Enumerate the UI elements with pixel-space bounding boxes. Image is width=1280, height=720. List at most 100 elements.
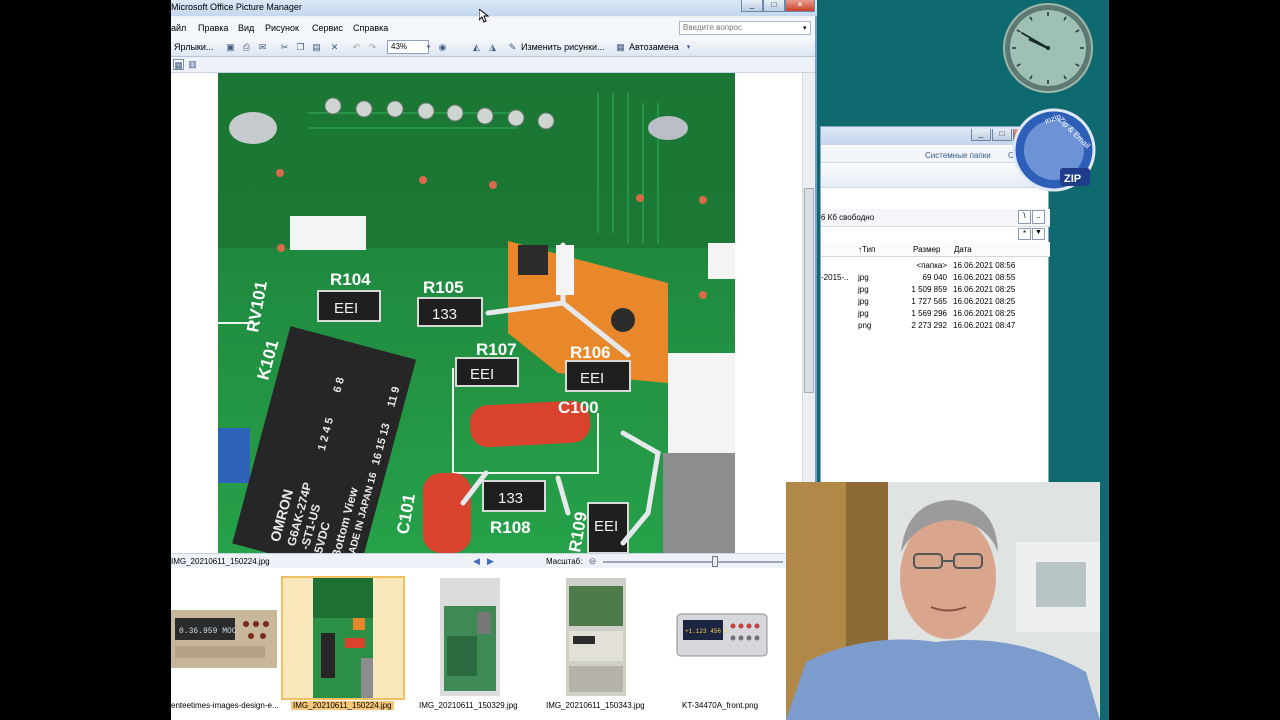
menu-bar: айл Правка Вид Рисунок Сервис Справка Вв… [171,18,815,38]
file-size: 2 273 292 [911,321,947,330]
menu-edit[interactable]: Правка [198,23,228,33]
delete-icon[interactable]: ✕ [329,42,340,53]
cut-icon[interactable]: ✂ [279,42,290,53]
thumbnail-caption: KT-34470A_front.png [682,701,759,710]
resistor-code: EEI [580,370,604,387]
file-list-header: ↑Тип Размер Дата [821,242,1050,257]
thumbnail-image [440,578,500,696]
column-date[interactable]: Дата [954,245,972,254]
filmstrip-thumbnail[interactable]: 0.36.959 MOC [171,576,279,700]
file-row[interactable]: jpg 1 727 565 16.06.2021 08:25 [821,296,1050,308]
maximize-button[interactable]: □ [763,0,785,12]
thumb-display-text: +1.123 456 8 [685,628,729,635]
zoom-dropdown-icon[interactable]: ▾ [423,42,434,53]
label-r104: R104 [330,270,371,289]
save-icon[interactable]: ▣ [225,42,236,53]
title-bar[interactable]: Microsoft Office Picture Manager _ □ × [171,0,817,16]
explorer-maximize-button[interactable]: □ [992,129,1012,141]
rotate-left-icon[interactable]: ◭ [471,42,482,53]
label-r105: R105 [423,278,464,297]
file-row[interactable]: jpg 1 509 859 16.06.2021 08:25 [821,284,1050,296]
zoom-slider-thumb[interactable] [711,556,718,567]
menu-file[interactable]: айл [171,23,186,33]
pcb-photo-svg: R104 R105 RV101 R107 R106 C100 K101 C101… [218,73,735,553]
menu-picture[interactable]: Рисунок [265,23,299,33]
thumb-display-text: 0.36.959 MOC [179,627,237,636]
file-row[interactable]: png 2 273 292 16.06.2021 08:47 [821,320,1050,332]
email-icon[interactable]: ✉ [257,42,268,53]
file-row[interactable]: <папка> 16.06.2021 08:56 [821,260,1050,272]
column-size[interactable]: Размер [913,245,941,254]
minimize-button[interactable]: _ [741,0,763,12]
label-c100: C100 [558,398,599,417]
resistor-code: EEI [334,300,358,317]
filmstrip-thumbnail[interactable]: +1.123 456 8 [661,576,779,700]
standard-toolbar: Ярлыки... ▣ ⎙ ✉ ✂ ❐ ▤ ✕ ↶ ↷ 43% ▾ ◉ ◭ ◮ … [171,38,815,57]
root-button[interactable]: \ [1018,210,1031,224]
label-r107: R107 [476,340,517,359]
redo-icon[interactable]: ↷ [367,42,378,53]
up-button[interactable]: .. [1032,210,1045,224]
file-row[interactable]: -2015-.. jpg 69 040 16.06.2021 08:55 [821,272,1050,284]
file-date: 16.06.2021 08:55 [953,273,1016,282]
file-type: jpg [858,309,869,318]
edit-pictures-icon: ✎ [508,42,517,52]
filmstrip-view-icon[interactable]: ▥ [187,59,198,70]
file-date: 16.06.2021 08:56 [953,261,1016,270]
column-type[interactable]: ↑Тип [858,245,875,254]
picture-manager-window: Microsoft Office Picture Manager _ □ × а… [171,0,817,720]
resistor-code: EEI [594,518,618,535]
copy-icon[interactable]: ❐ [295,42,306,53]
thumbnail-image [566,578,626,696]
mouse-cursor-icon [479,9,489,23]
autocorrect-button[interactable]: Автозамена [629,42,679,52]
file-row[interactable]: jpg 1 569 296 16.06.2021 08:25 [821,308,1050,320]
pcb-photo: R104 R105 RV101 R107 R106 C100 K101 C101… [218,73,735,553]
print-icon[interactable]: ⎙ [241,42,252,53]
filmstrip-thumbnail[interactable] [433,576,503,700]
toolbar-options-icon[interactable]: ▾ [683,42,694,53]
filmstrip-thumbnail[interactable] [559,576,629,700]
menu-view[interactable]: Вид [238,23,254,33]
filmstrip-thumbnail-selected[interactable] [281,576,405,700]
clock-gadget[interactable] [1002,2,1094,94]
file-size: 1 569 296 [911,309,947,318]
file-name: -2015-.. [821,273,849,282]
thumbnail-image: 0.36.959 MOC [171,610,277,668]
previous-icon[interactable]: ◀ [471,556,482,567]
next-icon[interactable]: ▶ [485,556,496,567]
explorer-minimize-button[interactable]: _ [971,129,991,141]
thumbnail-view-icon[interactable]: ▦ [173,59,184,70]
label-r108: R108 [490,518,531,537]
webcam-person-image [786,482,1100,720]
shortcuts-button[interactable]: Ярлыки... [174,42,213,52]
file-type: jpg [858,297,869,306]
file-type: jpg [858,273,869,282]
file-date: 16.06.2021 08:25 [953,297,1016,306]
zoom-out-icon[interactable]: ⊖ [587,556,598,567]
close-button[interactable]: × [785,0,815,12]
add-icon[interactable]: * [1018,228,1031,240]
menu-system-folders[interactable]: Системные папки [925,151,991,160]
label-r106: R106 [570,343,611,362]
ask-question-input[interactable]: Введите вопрос [679,21,811,35]
edit-pictures-button[interactable]: Изменить рисунки... [521,42,605,52]
file-date: 16.06.2021 08:25 [953,309,1016,318]
zip-email-gadget[interactable]: ZIP inzip Zip & Email [1012,104,1096,198]
scrollbar-thumb[interactable] [804,188,814,393]
zoom-slider-track[interactable] [603,561,783,563]
menu-tools[interactable]: Сервис [312,23,343,33]
thumbnail-caption-selected: IMG_20210611_150224.jpg [291,701,394,710]
help-icon[interactable]: ◉ [437,42,448,53]
viewer-scrollbar[interactable] [802,73,815,553]
menu-help[interactable]: Справка [353,23,388,33]
undo-icon[interactable]: ↶ [351,42,362,53]
chevron-down-icon[interactable]: ▼ [1032,228,1045,240]
ask-dropdown-icon[interactable]: ▾ [803,24,807,32]
zip-badge: ZIP [1064,173,1081,185]
file-size: 69 040 [922,273,947,282]
paste-icon[interactable]: ▤ [311,42,322,53]
current-filename: IMG_20210611_150224.jpg [171,557,270,566]
rotate-right-icon[interactable]: ◮ [487,42,498,53]
window-title: Microsoft Office Picture Manager [171,2,302,12]
